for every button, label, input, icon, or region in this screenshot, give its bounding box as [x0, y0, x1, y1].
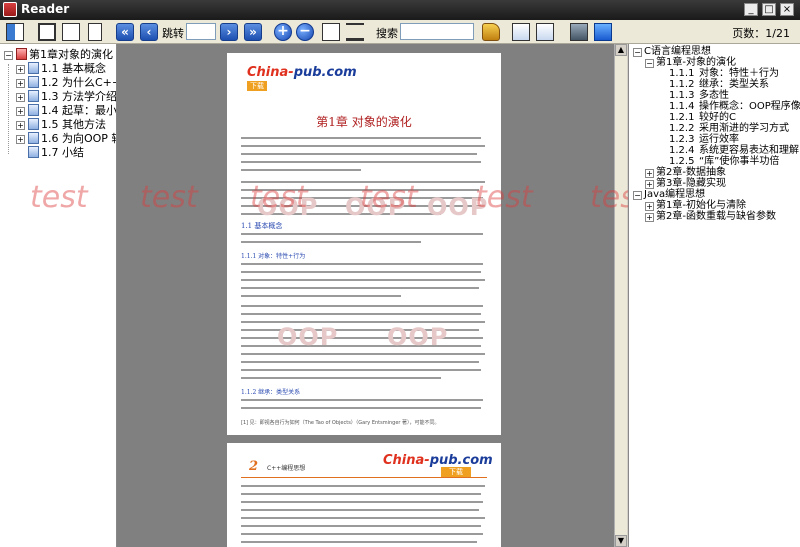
app-icon — [3, 2, 17, 17]
previous-page-icon[interactable]: ‹ — [140, 23, 158, 41]
jump-page-input[interactable] — [186, 23, 216, 40]
test-watermark: test — [140, 180, 198, 215]
document-icon — [28, 132, 39, 144]
jump-label: 跳转 — [162, 27, 184, 40]
expand-icon[interactable]: + — [16, 121, 25, 130]
single-page-icon[interactable] — [38, 23, 56, 41]
subsection-heading: 1.1.1 对象：特性+行为 — [241, 253, 306, 260]
test-watermark: test — [475, 180, 533, 215]
copy-icon[interactable] — [512, 23, 530, 41]
vertical-scrollbar[interactable]: ▲ ▼ — [614, 44, 627, 547]
close-button[interactable]: × — [780, 3, 794, 16]
search-input[interactable] — [400, 23, 474, 40]
page-width-icon[interactable] — [62, 23, 80, 41]
scroll-down-icon[interactable]: ▼ — [615, 535, 627, 547]
document-page-1: China-pub.com 下载 第1章 对象的演化 1.1 基本概念 1.1.… — [227, 53, 501, 435]
expand-icon[interactable]: + — [645, 213, 654, 222]
collapse-icon[interactable]: − — [633, 191, 642, 200]
download-badge: 下载 — [441, 467, 471, 477]
search-label: 搜索 — [376, 27, 398, 40]
expand-icon[interactable]: + — [16, 107, 25, 116]
expand-icon[interactable]: + — [645, 180, 654, 189]
document-icon — [28, 146, 39, 158]
minimize-button[interactable]: _ — [744, 3, 758, 16]
test-watermark: test — [250, 180, 308, 215]
print-icon[interactable] — [570, 23, 588, 41]
right-tree-item[interactable]: + 第2章-函数重载与缺省参数 — [645, 211, 776, 223]
left-tree-item[interactable]: +1.1 基本概念 — [16, 60, 106, 75]
title-bar: Reader _ □ × — [0, 0, 800, 20]
expand-icon[interactable]: + — [645, 202, 654, 211]
china-pub-logo: China-pub.com — [247, 65, 357, 80]
rotate-icon[interactable] — [322, 23, 340, 41]
section-heading: 1.1 基本概念 — [241, 222, 283, 230]
test-watermark: test — [360, 180, 418, 215]
left-tree-item[interactable]: +1.2 为什么C++ — [16, 74, 116, 89]
left-outline-panel: − 第1章对象的演化 +1.1 基本概念 +1.2 为什么C++ +1.3 方法学… — [0, 44, 117, 547]
first-page-icon[interactable]: « — [116, 23, 134, 41]
test-watermark: test — [30, 180, 88, 215]
right-bookmark-panel: − C语言编程思想 − 第1章-对象的演化 1.1.1 对象：特性＋行为 1.1.2 继… — [628, 44, 800, 547]
collapse-icon[interactable]: − — [633, 48, 642, 57]
chapter-title: 第1章 对象的演化 — [316, 115, 412, 129]
tree-connector — [8, 64, 9, 154]
page-count: 页数：1/21 — [732, 27, 790, 40]
window-title: Reader — [21, 2, 70, 16]
zoom-in-icon[interactable]: + — [274, 23, 292, 41]
expand-icon[interactable]: + — [16, 135, 25, 144]
download-badge: 下载 — [247, 81, 267, 91]
document-page-2: 2 C++编程思想 China-pub.com 下载 — [227, 443, 501, 547]
expand-icon[interactable]: + — [16, 65, 25, 74]
hand-tool-icon[interactable] — [346, 23, 364, 41]
collapse-icon[interactable]: − — [4, 51, 13, 60]
left-tree-item-chapter1[interactable]: − 第1章对象的演化 — [4, 46, 113, 61]
china-pub-logo: China-pub.com — [383, 453, 493, 468]
maximize-button[interactable]: □ — [762, 3, 776, 16]
oop-watermark: OOP — [387, 323, 449, 351]
oop-watermark: OOP — [277, 323, 339, 351]
subsection-heading: 1.1.2 继承：类型关系 — [241, 389, 301, 396]
document-icon — [28, 76, 39, 88]
collapse-icon[interactable]: − — [645, 59, 654, 68]
expand-icon[interactable]: + — [645, 169, 654, 178]
document-viewer[interactable]: China-pub.com 下载 第1章 对象的演化 1.1 基本概念 1.1.… — [117, 44, 627, 547]
running-header: C++编程思想 — [267, 465, 306, 472]
scroll-up-icon[interactable]: ▲ — [615, 44, 627, 56]
next-page-icon[interactable]: › — [220, 23, 238, 41]
left-tree-item[interactable]: +1.6 为向OOP 转 — [16, 130, 116, 145]
paste-icon[interactable] — [536, 23, 554, 41]
page-number: 2 — [249, 459, 259, 474]
document-icon — [28, 104, 39, 116]
left-tree-item[interactable]: +1.5 其他方法 — [16, 116, 106, 131]
document-icon — [28, 118, 39, 130]
book-view-icon[interactable] — [6, 23, 24, 41]
fullscreen-icon[interactable] — [594, 23, 612, 41]
toolbar: « ‹ 跳转 › » + − 搜索 页数：1/21 — [0, 20, 800, 44]
expand-icon[interactable]: + — [16, 79, 25, 88]
left-tree-item[interactable]: 1.7 小结 — [28, 144, 84, 159]
left-tree-item[interactable]: +1.3 方法学介绍 — [16, 88, 116, 103]
last-page-icon[interactable]: » — [244, 23, 262, 41]
zoom-out-icon[interactable]: − — [296, 23, 314, 41]
full-page-icon[interactable] — [88, 23, 102, 41]
document-icon — [28, 62, 39, 74]
document-icon — [28, 90, 39, 102]
expand-icon[interactable]: + — [16, 93, 25, 102]
left-tree-item[interactable]: +1.4 起草：最小 — [16, 102, 116, 117]
footnote: [1] 见：即视各自行为如何（The Tao of Objects）（Gary … — [241, 420, 440, 426]
find-icon[interactable] — [482, 23, 500, 41]
document-icon — [16, 48, 27, 60]
